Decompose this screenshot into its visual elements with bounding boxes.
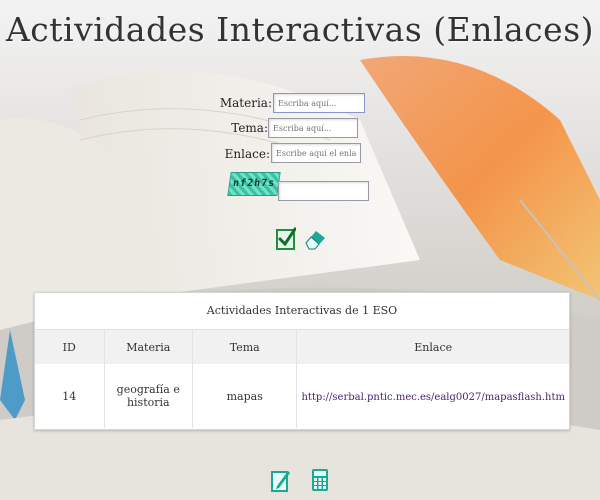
captcha-input[interactable] [278, 181, 369, 201]
enlace-label: Enlace: [224, 147, 270, 161]
cell-materia: geografía e historia [104, 364, 194, 428]
tema-label: Tema: [231, 121, 268, 135]
enlace-input[interactable] [271, 143, 361, 163]
captcha-image: nf2h7s [227, 172, 281, 196]
header-tema: Tema [192, 330, 298, 364]
table-caption: Actividades Interactivas de 1 ESO [35, 293, 569, 330]
cell-enlace: http://serbal.pntic.mec.es/ealg0027/mapa… [297, 364, 569, 428]
cell-tema: mapas [192, 364, 298, 428]
header-materia: Materia [104, 330, 194, 364]
header-enlace: Enlace [296, 330, 569, 364]
check-icon[interactable] [276, 227, 297, 255]
table-header-row: ID Materia Tema Enlace [35, 330, 569, 364]
table-row: 14 geografía e historia mapas http://ser… [35, 364, 569, 428]
calculator-icon[interactable] [311, 468, 329, 496]
header-id: ID [35, 330, 105, 364]
tema-input[interactable] [268, 118, 358, 138]
materia-input[interactable] [273, 93, 365, 113]
cell-id: 14 [35, 364, 105, 428]
eraser-icon[interactable] [303, 228, 327, 254]
materia-label: Materia: [219, 96, 272, 110]
activities-table: Actividades Interactivas de 1 ESO ID Mat… [34, 292, 570, 430]
table: ID Materia Tema Enlace 14 geografía e hi… [35, 330, 569, 428]
enlace-link[interactable]: http://serbal.pntic.mec.es/ealg0027/mapa… [301, 392, 565, 403]
activity-form: Materia: Tema: Enlace: nf2h7s [0, 0, 600, 260]
edit-icon[interactable] [271, 468, 291, 496]
